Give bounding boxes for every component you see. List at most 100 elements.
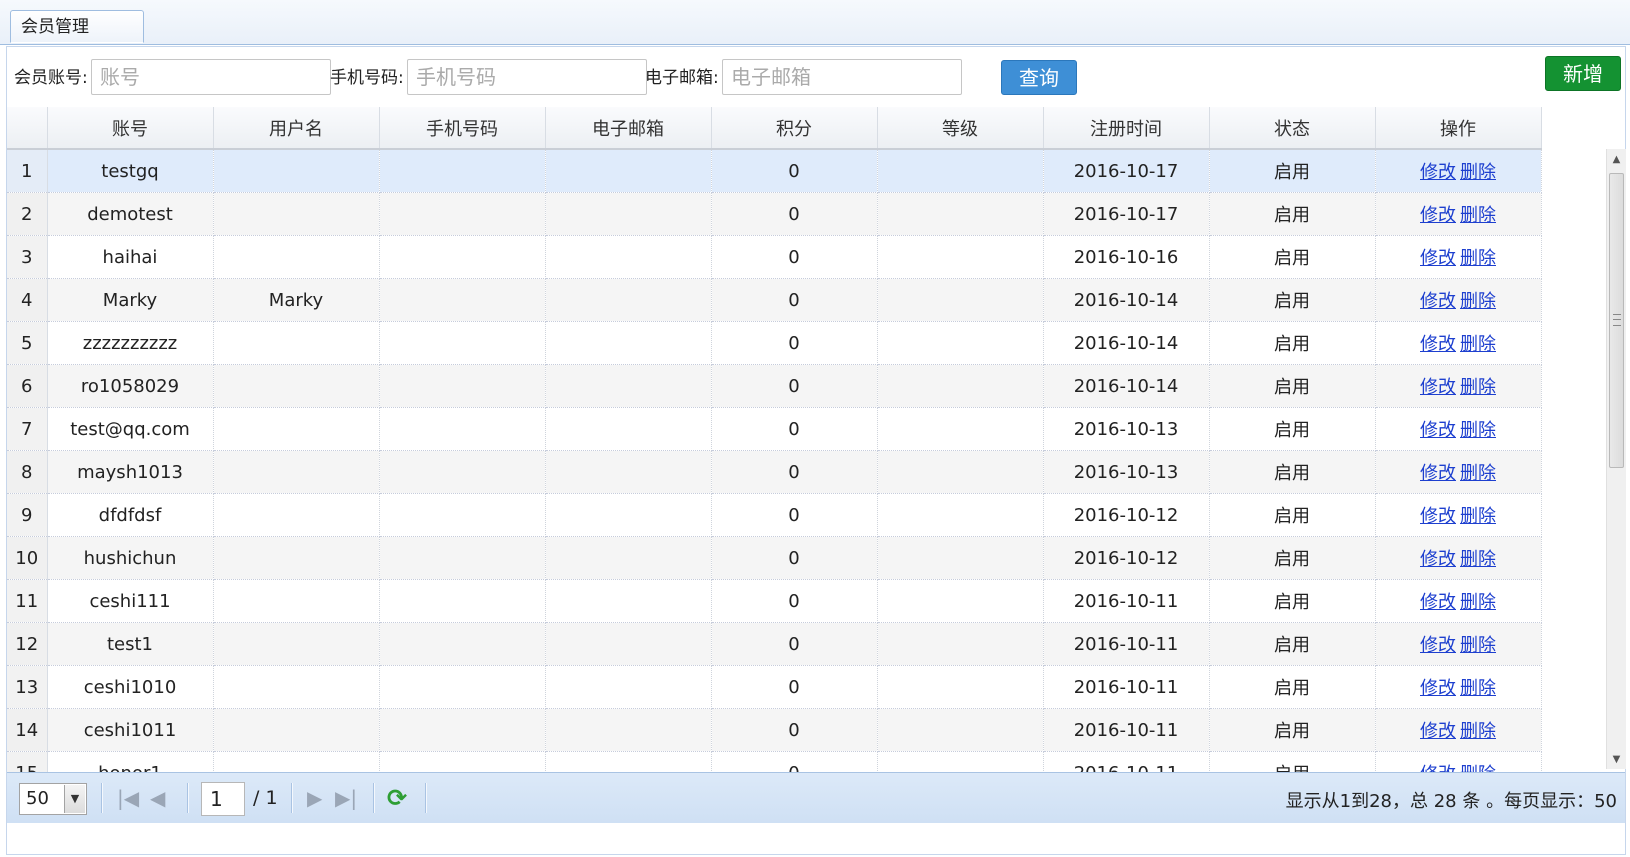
cell-points: 0	[711, 278, 878, 322]
column-header[interactable]: 状态	[1209, 107, 1376, 150]
edit-link[interactable]: 修改	[1420, 420, 1456, 441]
column-header[interactable]: 注册时间	[1043, 107, 1210, 150]
chevron-down-icon[interactable]: ▼	[64, 785, 85, 813]
edit-link[interactable]: 修改	[1420, 549, 1456, 570]
cell-actions: 修改删除	[1375, 665, 1542, 709]
next-page-icon[interactable]: ▶	[307, 785, 322, 811]
column-header[interactable]: 手机号码	[379, 107, 546, 150]
cell-register-date: 2016-10-14	[1043, 278, 1210, 322]
first-page-icon[interactable]: |◀	[117, 785, 139, 811]
cell-email	[545, 278, 712, 322]
table-row[interactable]: 1 testgq 0 2016-10-17 启用 修改 删除	[7, 149, 1542, 193]
delete-link[interactable]: 删除	[1460, 334, 1496, 355]
cell-points: 0	[711, 149, 878, 193]
delete-link[interactable]: 删除	[1460, 377, 1496, 398]
edit-link[interactable]: 修改	[1420, 463, 1456, 484]
phone-search-input[interactable]	[407, 59, 647, 95]
table-row[interactable]: 12 test1 0 2016-10-11 启用 修改 删除	[7, 622, 1542, 666]
delete-link[interactable]: 删除	[1460, 549, 1496, 570]
cell-phone	[379, 579, 546, 623]
column-header[interactable]: 电子邮箱	[545, 107, 712, 150]
refresh-icon[interactable]: ⟳	[387, 784, 407, 812]
table-row[interactable]: 14 ceshi1011 0 2016-10-11 启用 修改 删除	[7, 708, 1542, 752]
query-button[interactable]: 查询	[1001, 60, 1077, 95]
cell-email	[545, 579, 712, 623]
delete-link[interactable]: 删除	[1460, 420, 1496, 441]
cell-username: Marky	[213, 278, 380, 322]
table-row[interactable]: 2 demotest 0 2016-10-17 启用 修改 删除	[7, 192, 1542, 236]
edit-link[interactable]: 修改	[1420, 377, 1456, 398]
delete-link[interactable]: 删除	[1460, 248, 1496, 269]
current-page-input[interactable]: 1	[201, 782, 245, 816]
edit-link[interactable]: 修改	[1420, 678, 1456, 699]
cell-register-date: 2016-10-13	[1043, 450, 1210, 494]
delete-link[interactable]: 删除	[1460, 162, 1496, 183]
table-row[interactable]: 3 haihai 0 2016-10-16 启用 修改 删除	[7, 235, 1542, 279]
account-search-input[interactable]	[91, 59, 331, 95]
table-row[interactable]: 6 ro1058029 0 2016-10-14 启用 修改 删除	[7, 364, 1542, 408]
column-header[interactable]: 操作	[1375, 107, 1542, 150]
column-header[interactable]: 账号	[47, 107, 214, 150]
scroll-thumb[interactable]	[1609, 173, 1624, 468]
row-number: 9	[7, 493, 48, 537]
column-header[interactable]: 积分	[711, 107, 878, 150]
cell-points: 0	[711, 579, 878, 623]
cell-username	[213, 235, 380, 279]
table-row[interactable]: 11 ceshi111 0 2016-10-11 启用 修改 删除	[7, 579, 1542, 623]
add-button[interactable]: 新增	[1545, 56, 1621, 91]
table-row[interactable]: 13 ceshi1010 0 2016-10-11 启用 修改 删除	[7, 665, 1542, 709]
cell-level	[877, 235, 1044, 279]
row-number: 2	[7, 192, 48, 236]
cell-status: 启用	[1209, 278, 1376, 322]
delete-link[interactable]: 删除	[1460, 678, 1496, 699]
cell-status: 启用	[1209, 149, 1376, 193]
cell-phone	[379, 536, 546, 580]
column-header[interactable]: 用户名	[213, 107, 380, 150]
tab-bar: 会员管理	[0, 0, 1630, 45]
page-size-select[interactable]: 50 ▼	[19, 783, 87, 815]
scroll-down-icon[interactable]: ▼	[1607, 751, 1626, 769]
cell-status: 启用	[1209, 708, 1376, 752]
delete-link[interactable]: 删除	[1460, 463, 1496, 484]
cell-level	[877, 149, 1044, 193]
edit-link[interactable]: 修改	[1420, 635, 1456, 656]
cell-points: 0	[711, 321, 878, 365]
member-grid: 账号 用户名 手机号码 电子邮箱 积分 等级 注册时间 状态 操作 1 testg…	[7, 107, 1625, 806]
edit-link[interactable]: 修改	[1420, 248, 1456, 269]
scroll-up-icon[interactable]: ▲	[1607, 151, 1626, 169]
vertical-scrollbar[interactable]: ▲ ▼	[1606, 149, 1626, 769]
edit-link[interactable]: 修改	[1420, 291, 1456, 312]
table-row[interactable]: 9 dfdfdsf 0 2016-10-12 启用 修改 删除	[7, 493, 1542, 537]
table-row[interactable]: 5 zzzzzzzzzz 0 2016-10-14 启用 修改 删除	[7, 321, 1542, 365]
delete-link[interactable]: 删除	[1460, 291, 1496, 312]
email-search-input[interactable]	[722, 59, 962, 95]
delete-link[interactable]: 删除	[1460, 506, 1496, 527]
delete-link[interactable]: 删除	[1460, 205, 1496, 226]
table-row[interactable]: 7 test@qq.com 0 2016-10-13 启用 修改 删除	[7, 407, 1542, 451]
edit-link[interactable]: 修改	[1420, 592, 1456, 613]
cell-register-date: 2016-10-12	[1043, 493, 1210, 537]
edit-link[interactable]: 修改	[1420, 162, 1456, 183]
last-page-icon[interactable]: ▶|	[335, 785, 357, 811]
edit-link[interactable]: 修改	[1420, 334, 1456, 355]
cell-points: 0	[711, 665, 878, 709]
cell-level	[877, 665, 1044, 709]
cell-status: 启用	[1209, 364, 1376, 408]
prev-page-icon[interactable]: ◀	[150, 785, 165, 811]
column-header[interactable]: 等级	[877, 107, 1044, 150]
edit-link[interactable]: 修改	[1420, 721, 1456, 742]
table-row[interactable]: 4 Marky Marky 0 2016-10-14 启用 修改 删除	[7, 278, 1542, 322]
delete-link[interactable]: 删除	[1460, 721, 1496, 742]
cell-phone	[379, 278, 546, 322]
cell-status: 启用	[1209, 579, 1376, 623]
table-row[interactable]: 10 hushichun 0 2016-10-12 启用 修改 删除	[7, 536, 1542, 580]
cell-actions: 修改删除	[1375, 622, 1542, 666]
tab-member-management[interactable]: 会员管理	[10, 10, 144, 43]
delete-link[interactable]: 删除	[1460, 635, 1496, 656]
cell-status: 启用	[1209, 622, 1376, 666]
delete-link[interactable]: 删除	[1460, 592, 1496, 613]
table-row[interactable]: 8 maysh1013 0 2016-10-13 启用 修改 删除	[7, 450, 1542, 494]
cell-status: 启用	[1209, 536, 1376, 580]
edit-link[interactable]: 修改	[1420, 205, 1456, 226]
edit-link[interactable]: 修改	[1420, 506, 1456, 527]
